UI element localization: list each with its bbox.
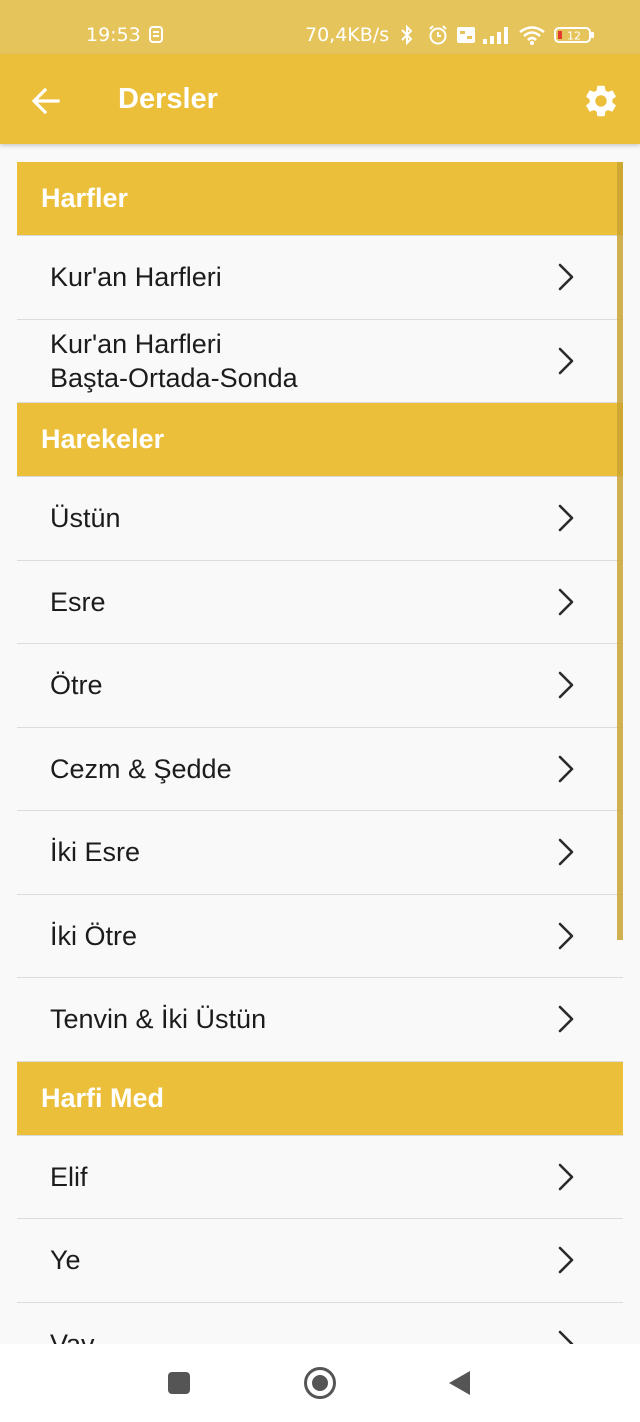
lesson-list-item[interactable]: Üstün — [17, 477, 623, 561]
lesson-list-item[interactable]: Cezm & Şedde — [17, 727, 623, 811]
lesson-item-label: Tenvin & İki Üstün — [50, 1004, 267, 1035]
notification-icon — [149, 26, 163, 43]
signal-icon — [483, 27, 508, 44]
chevron-right-icon — [558, 1246, 574, 1274]
scrollbar[interactable] — [617, 162, 623, 940]
wifi-icon — [519, 26, 545, 45]
gear-icon[interactable] — [582, 82, 620, 120]
chevron-right-icon — [558, 263, 574, 291]
section-header: Harfi Med — [17, 1061, 623, 1136]
app-bar: Dersler — [0, 54, 640, 144]
lesson-item-label: Ye — [50, 1245, 81, 1276]
lesson-list-item[interactable]: Vav — [17, 1302, 623, 1344]
chevron-right-icon — [558, 347, 574, 375]
recents-square-icon[interactable] — [161, 1365, 197, 1401]
chevron-right-icon — [558, 838, 574, 866]
chevron-right-icon — [558, 1330, 574, 1344]
alarm-icon — [429, 25, 447, 45]
lesson-item-label: Kur'an Harfleri — [50, 262, 222, 293]
lesson-list-item[interactable]: Ye — [17, 1219, 623, 1303]
lesson-list-item[interactable]: Elif — [17, 1135, 623, 1219]
lesson-list-item[interactable]: İki Esre — [17, 811, 623, 895]
lesson-item-label: Esre — [50, 586, 106, 617]
lesson-item-label: Vav — [50, 1328, 95, 1344]
status-time: 19:53 — [86, 24, 141, 46]
lesson-item-label: Ötre — [50, 670, 103, 701]
lesson-item-label: Cezm & Şedde — [50, 753, 232, 784]
lessons-list-container[interactable]: Harfler Kur'an Harfleri Kur'an Harfleri Ba… — [0, 144, 640, 1344]
network-speed: 70,4KB/s — [305, 24, 390, 46]
page-title: Dersler — [118, 83, 218, 115]
system-nav-bar — [0, 1344, 640, 1422]
chevron-right-icon — [558, 671, 574, 699]
lesson-item-label: İki Ötre — [50, 920, 138, 951]
lesson-list-item[interactable]: Esre — [17, 560, 623, 644]
battery-icon: 12 — [554, 27, 594, 43]
status-bar: 19:53 70,4KB/s 12 — [0, 0, 640, 54]
lesson-item-label: Kur'an Harfleri Başta-Ortada-Sonda — [50, 328, 298, 393]
lesson-list-item[interactable]: İki Ötre — [17, 894, 623, 978]
lesson-list-item[interactable]: Kur'an Harfleri — [17, 236, 623, 320]
chevron-right-icon — [558, 1005, 574, 1033]
back-triangle-icon[interactable] — [442, 1365, 478, 1401]
section-header: Harfler — [17, 162, 623, 236]
lesson-item-label: Elif — [50, 1161, 88, 1192]
chevron-right-icon — [558, 755, 574, 783]
chevron-right-icon — [558, 504, 574, 532]
section-header: Harekeler — [17, 403, 623, 477]
lesson-list-item[interactable]: Ötre — [17, 644, 623, 728]
lesson-item-label: Üstün — [50, 503, 121, 534]
lesson-list: Harfler Kur'an Harfleri Kur'an Harfleri Ba… — [17, 162, 623, 1344]
volte-icon — [457, 27, 475, 43]
lesson-list-item[interactable]: Tenvin & İki Üstün — [17, 978, 623, 1062]
chevron-right-icon — [558, 1163, 574, 1191]
chevron-right-icon — [558, 588, 574, 616]
chevron-right-icon — [558, 922, 574, 950]
bluetooth-icon — [401, 24, 413, 46]
lesson-item-label: İki Esre — [50, 837, 141, 868]
lesson-list-item[interactable]: Kur'an Harfleri Başta-Ortada-Sonda — [17, 319, 623, 403]
home-circle-icon[interactable] — [302, 1365, 338, 1401]
arrow-left-icon[interactable] — [30, 85, 62, 117]
battery-level: 12 — [567, 30, 581, 43]
